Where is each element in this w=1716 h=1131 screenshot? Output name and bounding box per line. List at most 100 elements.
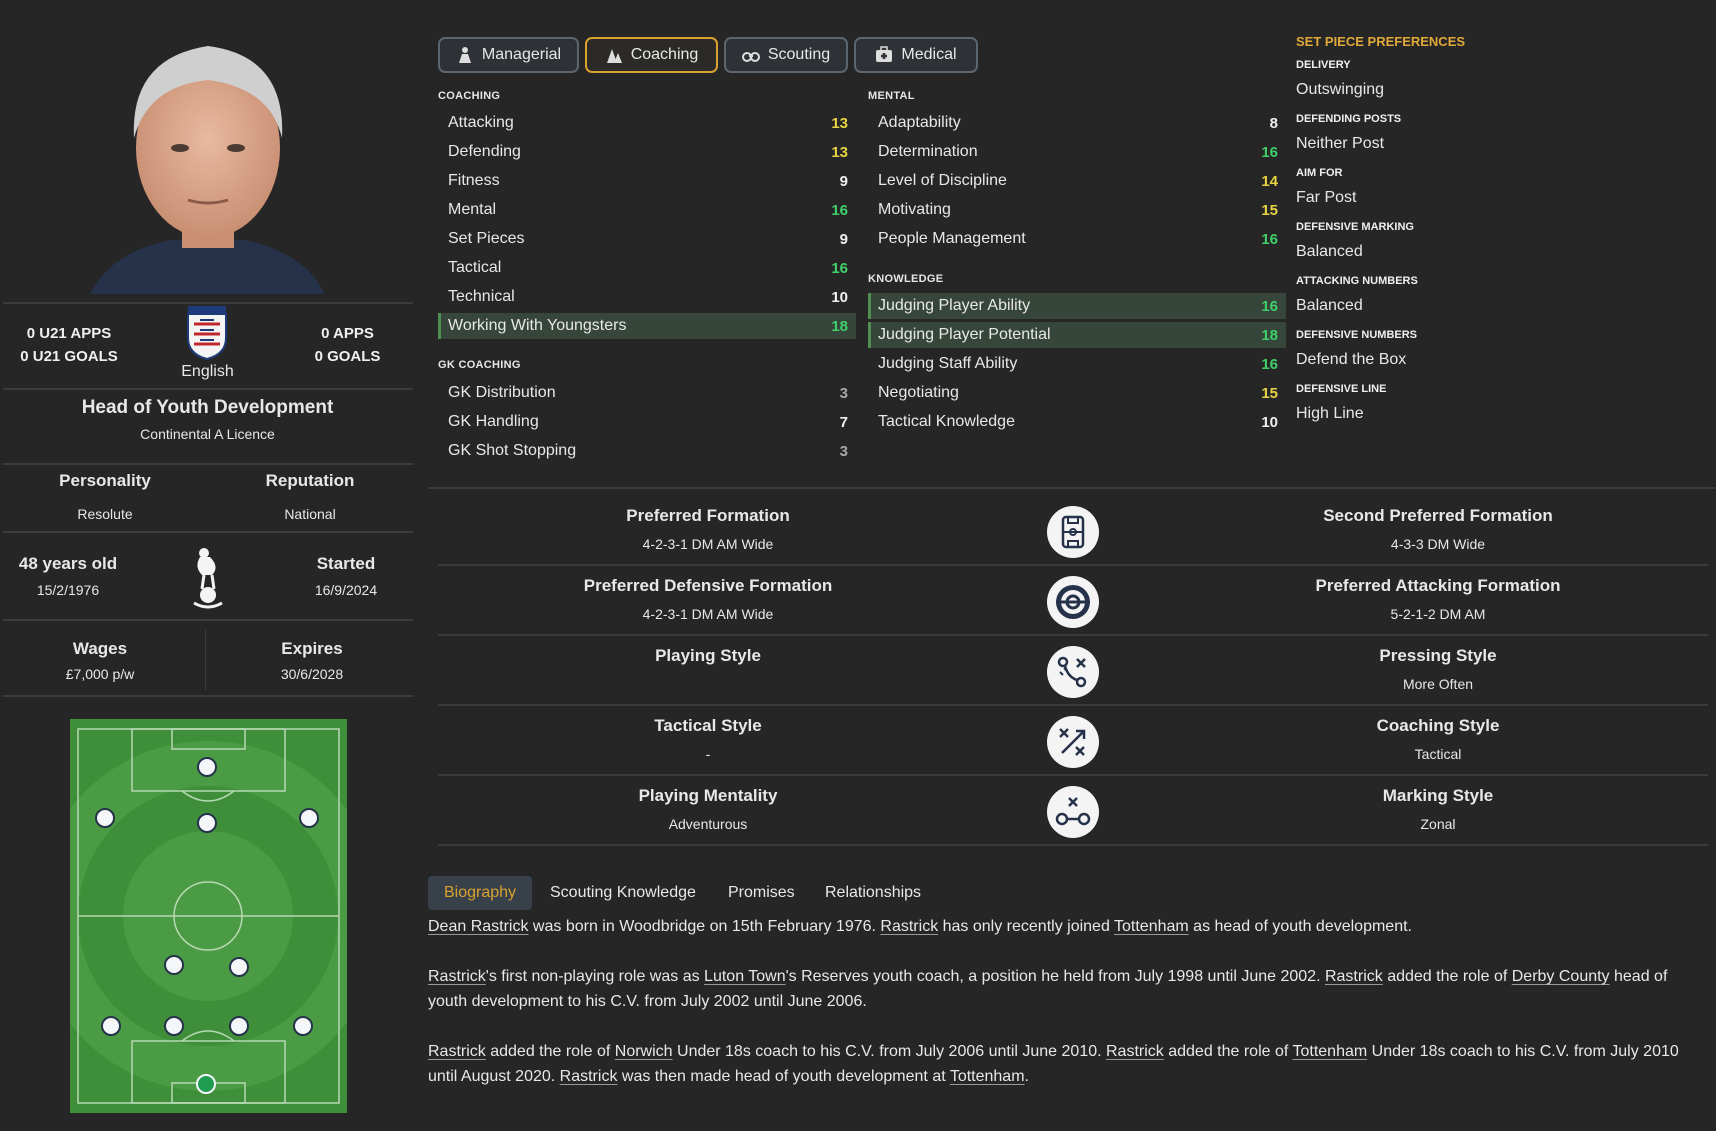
staff-link[interactable]: Rastrick [428,1043,486,1060]
attribute-row[interactable]: Technical 10 [438,284,856,310]
binoculars-icon [741,52,760,62]
set-piece-label: DEFENSIVE MARKING [1296,221,1414,233]
nationality: English [181,363,234,380]
attribute-name: GK Distribution [448,384,556,401]
player-marker [101,1016,121,1036]
attribute-row[interactable]: Tactical 16 [438,255,856,281]
attribute-row[interactable]: Determination 16 [868,139,1286,165]
staff-link[interactable]: Rastrick [428,968,486,985]
started-date: 16/9/2024 [314,582,378,598]
attribute-row[interactable]: Tactical Knowledge 10 [868,409,1286,435]
attribute-row[interactable]: Level of Discipline 14 [868,168,1286,194]
attribute-value: 18 [1261,326,1278,344]
attribute-row[interactable]: Attacking 13 [438,110,856,136]
attribute-row[interactable]: Motivating 15 [868,197,1286,223]
coaching-section-title: COACHING [438,90,501,102]
attribute-row[interactable]: Mental 16 [438,197,856,223]
tactics-cross-icon [1047,716,1099,768]
tab-scouting[interactable]: Scouting [724,37,848,73]
u21-apps: 0 U21 APPS [26,325,112,342]
attribute-row[interactable]: Judging Staff Ability 16 [868,351,1286,377]
reputation-value: National [284,506,336,522]
set-piece-value: High Line [1296,405,1364,422]
age: 48 years old [18,554,118,573]
attribute-row[interactable]: People Management 16 [868,226,1286,252]
staff-link[interactable]: Dean Rastrick [428,918,528,935]
tab-medical[interactable]: Medical [854,37,978,73]
player-marker [229,1016,249,1036]
attribute-row[interactable]: GK Distribution 3 [438,380,856,406]
tab-biography[interactable]: Biography [428,876,533,910]
attribute-row[interactable]: Negotiating 15 [868,380,1286,406]
tab-coaching[interactable]: Coaching [585,37,718,73]
club-link[interactable]: Luton Town [704,968,786,985]
set-piece-value: Outswinging [1296,81,1385,98]
attribute-row[interactable]: GK Handling 7 [438,409,856,435]
attribute-row[interactable]: Set Pieces 9 [438,226,856,252]
tactic-value: Zonal [1420,816,1456,832]
apps: 0 APPS [321,325,374,342]
attribute-name: Technical [448,288,515,305]
attribute-value: 7 [839,413,848,431]
attribute-value: 10 [831,288,848,306]
staff-link[interactable]: Rastrick [1325,968,1383,985]
attribute-name: Mental [448,201,497,218]
player-marker [299,808,319,828]
club-link[interactable]: Tottenham [1292,1043,1367,1060]
attribute-row[interactable]: Defending 13 [438,139,856,165]
attribute-name: Negotiating [878,384,959,401]
player-marker [164,955,184,975]
tactic-value: - [705,746,711,762]
attribute-value: 14 [1261,172,1278,190]
tactics-arrows-icon [1047,646,1099,698]
goals: 0 GOALS [314,348,381,365]
attribute-row[interactable]: Judging Player Potential 18 [868,322,1286,348]
tab-scouting-knowledge[interactable]: Scouting Knowledge [550,876,696,910]
attribute-row[interactable]: Working With Youngsters 18 [438,313,856,339]
staff-link[interactable]: Rastrick [880,918,938,935]
player-marker [197,757,217,777]
tab-managerial[interactable]: Managerial [438,37,579,73]
tactic-title: Pressing Style [1379,646,1497,665]
attribute-value: 16 [831,201,848,219]
set-piece-value: Defend the Box [1296,351,1407,368]
wages-value: £7,000 p/w [65,666,135,682]
personality-value: Resolute [77,506,133,522]
attribute-value: 9 [839,230,848,248]
set-piece-value: Far Post [1296,189,1357,206]
attribute-value: 9 [839,172,848,190]
defensive-target-icon [1047,576,1099,628]
attribute-name: Level of Discipline [878,172,1007,189]
player-marker [197,813,217,833]
attribute-row[interactable]: GK Shot Stopping 3 [438,438,856,464]
tactic-title: Playing Mentality [638,786,778,805]
attribute-value: 16 [1261,297,1278,315]
attribute-name: People Management [878,230,1026,247]
club-link[interactable]: Tottenham [1114,918,1189,935]
staff-link[interactable]: Rastrick [1106,1043,1164,1060]
attribute-row[interactable]: Adaptability 8 [868,110,1286,136]
attribute-value: 3 [839,442,848,460]
attribute-value: 13 [831,143,848,161]
attribute-name: Motivating [878,201,951,218]
set-piece-label: AIM FOR [1296,167,1343,179]
tab-managerial-label: Managerial [481,46,562,63]
attribute-row[interactable]: Fitness 9 [438,168,856,194]
tab-relationships[interactable]: Relationships [825,876,921,910]
player-marker [229,957,249,977]
attribute-value: 3 [839,384,848,402]
tactic-title: Preferred Formation [626,506,790,525]
set-piece-label: ATTACKING NUMBERS [1296,275,1418,287]
staff-link[interactable]: Rastrick [560,1068,618,1085]
club-link[interactable]: Tottenham [950,1068,1025,1085]
attribute-name: Tactical [448,259,502,276]
tactic-title: Coaching Style [1376,716,1500,735]
club-link[interactable]: Norwich [615,1043,673,1060]
bio-paragraph: Dean Rastrick was born in Woodbridge on … [428,918,1412,935]
set-piece-label: DEFENSIVE LINE [1296,383,1387,395]
attribute-value: 16 [1261,355,1278,373]
attribute-row[interactable]: Judging Player Ability 16 [868,293,1286,319]
set-piece-value: Neither Post [1296,135,1385,152]
club-link[interactable]: Derby County [1512,968,1610,985]
tab-promises[interactable]: Promises [728,876,795,910]
